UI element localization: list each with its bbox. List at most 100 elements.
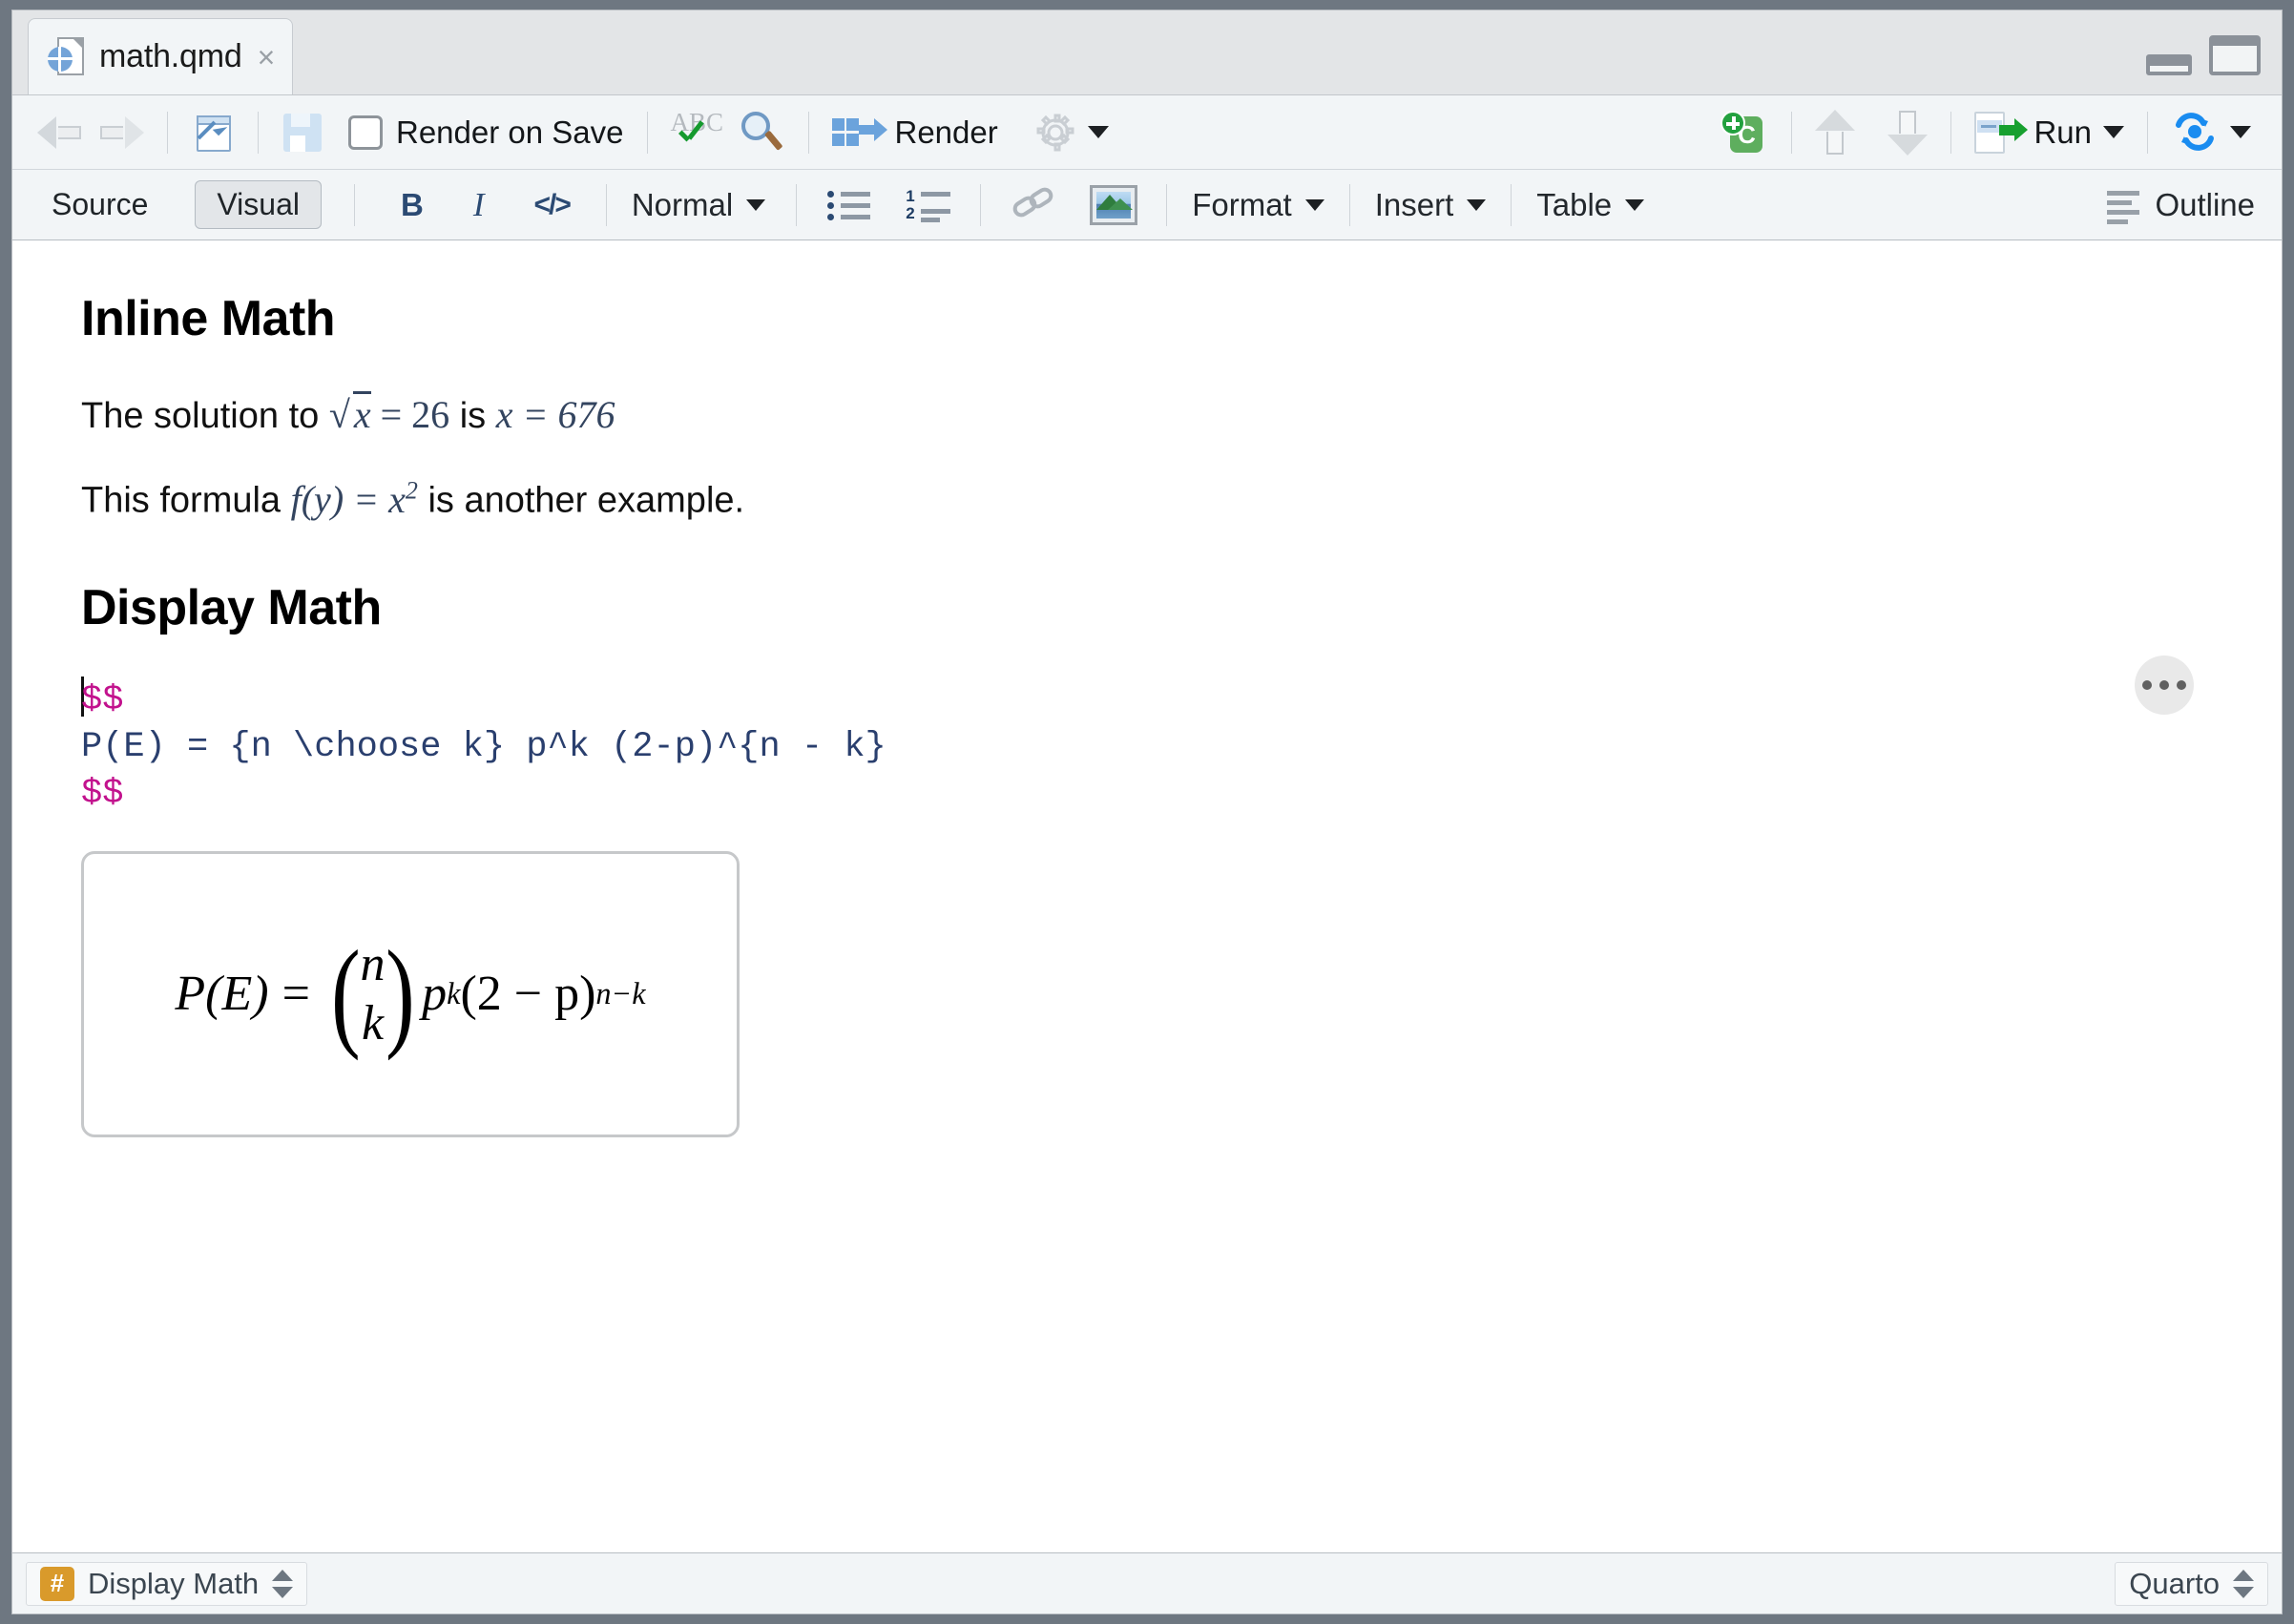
run-button[interactable]: Run xyxy=(1967,106,2132,159)
toolbar-divider xyxy=(1166,183,1168,226)
right-paren-icon: ) xyxy=(385,926,415,1062)
save-icon xyxy=(282,112,323,154)
render-on-save-toggle[interactable]: Render on Save xyxy=(341,106,632,159)
insert-link-button[interactable] xyxy=(1004,178,1065,232)
find-replace-button[interactable] xyxy=(732,106,793,159)
visual-editor-canvas[interactable]: Inline Math The solution to √ x = 26 is x… xyxy=(12,240,2282,1552)
inline-code-button[interactable]: </> xyxy=(520,185,582,225)
left-paren-icon: ( xyxy=(330,926,361,1062)
chevron-down-icon[interactable] xyxy=(2103,126,2124,138)
section-selector[interactable]: # Display Math xyxy=(26,1561,308,1606)
toolbar-divider xyxy=(2147,111,2148,154)
show-in-new-window-button[interactable] xyxy=(183,106,242,159)
outline-toggle-button[interactable]: Outline xyxy=(2107,186,2264,224)
block-format-label: Normal xyxy=(631,186,734,222)
paragraph-inline-math-2[interactable]: This formula f(y) = x2 is another exampl… xyxy=(81,473,2205,526)
binom-bottom: k xyxy=(361,995,385,1051)
render-on-save-checkbox[interactable] xyxy=(348,115,383,150)
previous-chunk-button[interactable] xyxy=(1807,106,1863,159)
render-on-save-label: Render on Save xyxy=(396,114,624,150)
numbered-list-button[interactable]: 1 2 xyxy=(898,178,959,232)
link-icon xyxy=(1010,183,1057,224)
italic-button[interactable]: I xyxy=(460,182,498,228)
binomial-coefficient: ( n k ) xyxy=(325,926,420,1062)
inline-math-exponent: 2 xyxy=(405,476,418,505)
latex-code-block[interactable]: $$ P(E) = {n \choose k} p^k (2-p)^{n - k… xyxy=(81,655,2205,819)
toolbar-divider xyxy=(353,183,355,226)
bold-button[interactable]: B xyxy=(387,183,437,227)
updown-chevron-icon[interactable] xyxy=(272,1567,294,1601)
paragraph-1-middle: is xyxy=(449,396,496,436)
sqrt-radicand: x xyxy=(353,393,371,436)
paragraph-2-suffix: is another example. xyxy=(417,480,745,521)
outline-label: Outline xyxy=(2155,186,2255,222)
bullet-list-button[interactable] xyxy=(820,178,879,232)
settings-gear-icon xyxy=(1034,112,1076,154)
block-format-dropdown[interactable]: Normal xyxy=(622,183,775,227)
toolbar-divider xyxy=(796,183,798,226)
numbered-list-one: 1 xyxy=(906,186,915,205)
insert-chunk-button[interactable]: C xyxy=(1713,106,1776,159)
latex-source-line[interactable]: P(E) = {n \choose k} p^k (2-p)^{n - k} xyxy=(81,727,886,767)
tab-source[interactable]: Source xyxy=(30,180,170,229)
next-chunk-button[interactable] xyxy=(1880,106,1935,159)
forward-button[interactable] xyxy=(91,106,152,159)
tab-filename: math.qmd xyxy=(99,38,242,74)
inline-math-x-equals-676[interactable]: x = 676 xyxy=(496,393,615,436)
file-tab-math-qmd[interactable]: math.qmd × xyxy=(28,18,294,94)
maximize-pane-icon[interactable] xyxy=(2209,35,2261,75)
toolbar-divider xyxy=(605,183,607,226)
insert-menu[interactable]: Insert xyxy=(1366,183,1496,227)
toolbar-divider xyxy=(980,183,982,226)
numbered-list-two: 2 xyxy=(906,203,915,222)
toolbar-divider xyxy=(646,111,648,154)
inline-math-function[interactable]: f(y) = x2 xyxy=(290,476,418,521)
inline-math-sqrt-equation[interactable]: √ x = 26 xyxy=(329,391,449,436)
insert-chunk-icon: C xyxy=(1720,110,1768,155)
formula-p-base: p xyxy=(422,967,448,1022)
minimize-pane-icon[interactable] xyxy=(2146,54,2192,75)
previous-chunk-icon xyxy=(1815,109,1856,156)
more-options-icon[interactable] xyxy=(2135,655,2194,715)
formula-equals: = xyxy=(282,967,310,1022)
insert-image-button[interactable] xyxy=(1082,178,1145,232)
close-icon[interactable]: × xyxy=(258,42,276,73)
rendered-formula: P(E) = ( n k ) p k (2 − p) n−k xyxy=(175,926,645,1062)
chevron-down-icon xyxy=(746,198,766,211)
next-chunk-icon xyxy=(1887,110,1929,156)
spellcheck-button[interactable]: ABC xyxy=(663,106,732,159)
rerun-button[interactable] xyxy=(2163,106,2259,159)
outline-icon xyxy=(2107,189,2145,224)
toolbar-divider xyxy=(807,111,809,154)
toolbar-divider xyxy=(1950,111,1952,154)
chevron-down-icon xyxy=(1467,198,1487,211)
run-chunk-icon xyxy=(1974,111,2029,154)
rerun-icon xyxy=(2171,112,2219,154)
close-math-delimiter: $$ xyxy=(81,774,124,815)
open-math-delimiter: $$ xyxy=(81,679,124,720)
toolbar-divider xyxy=(258,111,259,154)
editor-status-bar: # Display Math Quarto xyxy=(12,1552,2282,1614)
render-settings-button[interactable] xyxy=(1027,106,1116,159)
table-menu[interactable]: Table xyxy=(1527,183,1654,227)
back-button[interactable] xyxy=(30,106,91,159)
toolbar-divider xyxy=(1791,111,1793,154)
paragraph-inline-math-1[interactable]: The solution to √ x = 26 is x = 676 xyxy=(81,387,2205,441)
bullet-list-icon xyxy=(827,189,871,221)
paragraph-1-prefix: The solution to xyxy=(81,396,329,436)
save-button[interactable] xyxy=(274,106,331,159)
tab-visual[interactable]: Visual xyxy=(195,180,322,229)
chevron-down-icon[interactable] xyxy=(1087,126,1109,138)
chevron-down-icon[interactable] xyxy=(2230,126,2251,138)
updown-chevron-icon[interactable] xyxy=(2233,1567,2254,1601)
inline-math-function-body: f(y) = x xyxy=(290,477,406,521)
paragraph-2-prefix: This formula xyxy=(81,480,291,521)
insert-image-icon xyxy=(1090,184,1138,225)
chevron-down-icon xyxy=(1625,198,1645,211)
visual-editor-toolbar: Source Visual B I </> Normal 1 2 Format … xyxy=(12,170,2282,240)
render-button[interactable]: Render xyxy=(824,106,1006,159)
document-format-selector[interactable]: Quarto xyxy=(2115,1561,2268,1606)
format-menu[interactable]: Format xyxy=(1182,183,1334,227)
current-section-label: Display Math xyxy=(88,1566,260,1600)
sqrt-icon: √ xyxy=(328,393,350,436)
